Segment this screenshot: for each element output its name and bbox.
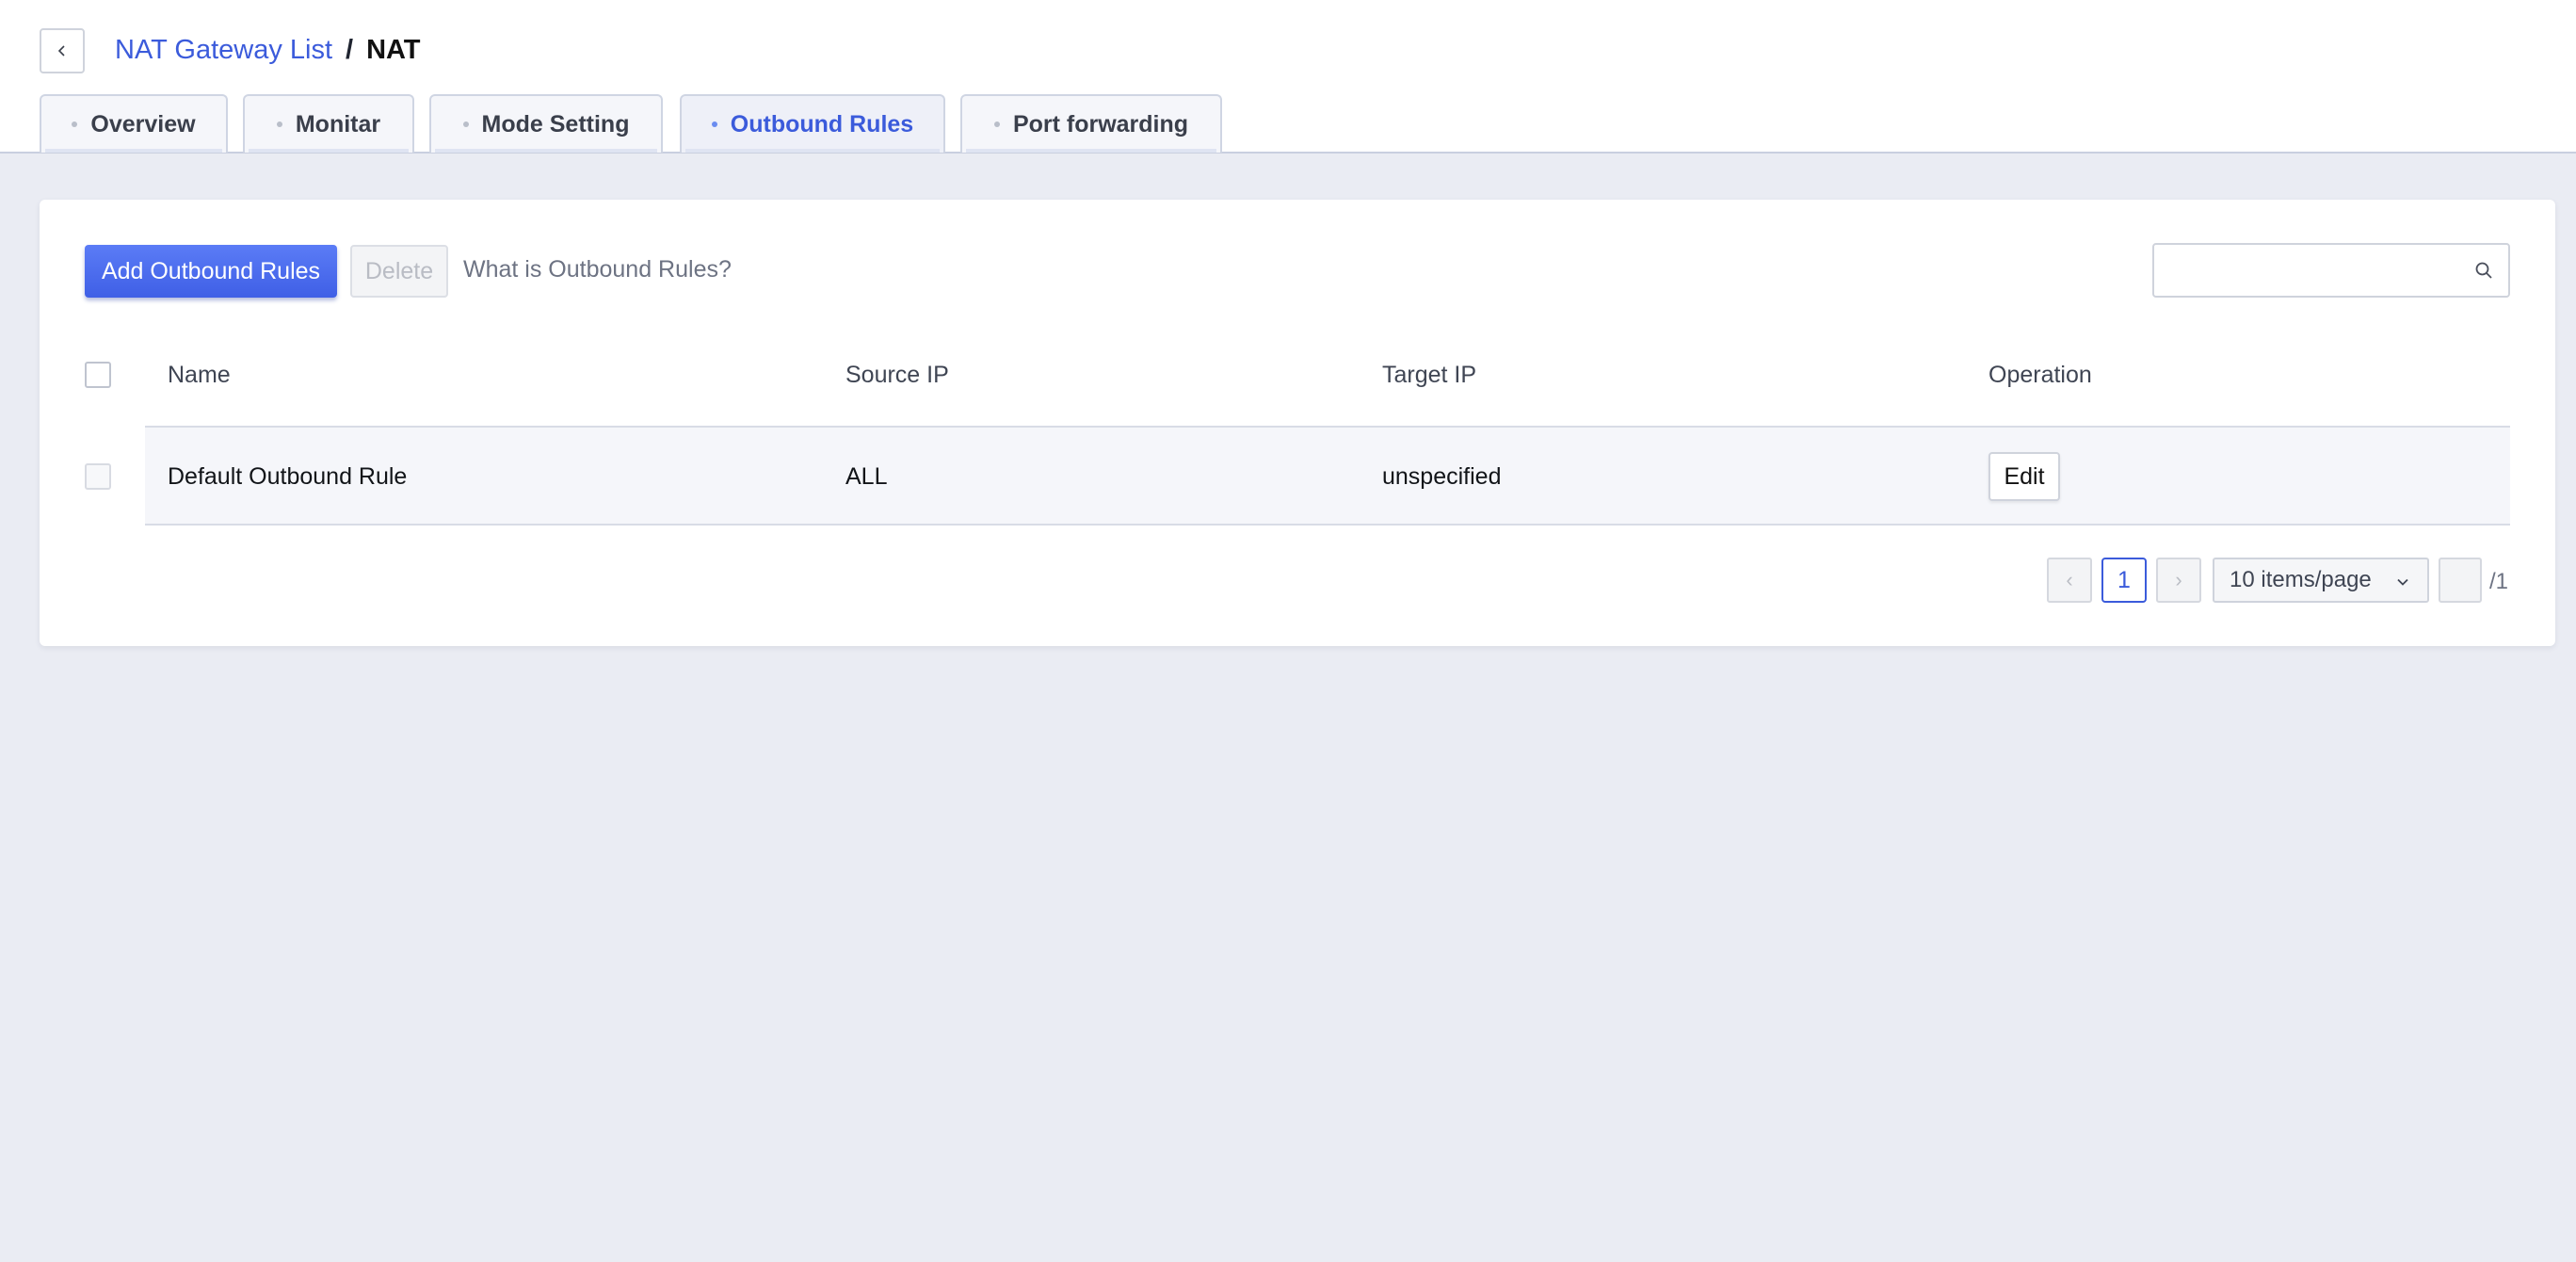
tab-mode-setting[interactable]: Mode Setting bbox=[429, 94, 663, 153]
search-input[interactable] bbox=[2154, 245, 2455, 296]
help-link[interactable]: What is Outbound Rules? bbox=[463, 256, 732, 283]
tab-dot bbox=[72, 121, 78, 127]
search-icon[interactable] bbox=[2474, 261, 2493, 280]
tab-dot bbox=[462, 121, 469, 127]
page-jump-input[interactable] bbox=[2439, 558, 2482, 603]
cell-target-ip: unspecified bbox=[1382, 463, 1502, 490]
tab-label: Monitar bbox=[295, 110, 381, 138]
page-header: NAT Gateway List / NAT Overview Monitar … bbox=[0, 0, 2576, 154]
tab-dot bbox=[276, 121, 282, 127]
add-outbound-rules-button[interactable]: Add Outbound Rules bbox=[85, 245, 337, 298]
delete-button[interactable]: Delete bbox=[350, 245, 448, 298]
column-header-target-ip: Target IP bbox=[1382, 362, 1477, 388]
next-page-button[interactable]: › bbox=[2156, 558, 2201, 603]
row-checkbox[interactable] bbox=[85, 463, 111, 490]
total-pages: /1 bbox=[2489, 569, 2509, 594]
column-header-source-ip: Source IP bbox=[845, 362, 949, 388]
cell-name: Default Outbound Rule bbox=[168, 463, 408, 490]
tab-port-forwarding[interactable]: Port forwarding bbox=[960, 94, 1222, 153]
tab-label: Overview bbox=[90, 110, 196, 138]
select-all-checkbox[interactable] bbox=[85, 362, 111, 388]
tab-label: Mode Setting bbox=[481, 110, 630, 138]
page-size-value: 10 items/page bbox=[2230, 567, 2372, 592]
prev-page-button[interactable]: ‹ bbox=[2047, 558, 2092, 603]
tab-label: Outbound Rules bbox=[730, 110, 914, 138]
column-header-operation: Operation bbox=[1988, 362, 2092, 388]
cell-source-ip: ALL bbox=[845, 463, 888, 490]
breadcrumb-nat-gateway-list[interactable]: NAT Gateway List bbox=[115, 35, 332, 66]
chevron-left-icon: ‹ bbox=[2066, 568, 2073, 591]
breadcrumb-separator: / bbox=[346, 34, 354, 65]
page-number-current[interactable]: 1 bbox=[2101, 558, 2147, 603]
outbound-rules-panel: Add Outbound Rules Delete What is Outbou… bbox=[40, 200, 2555, 646]
chevron-down-icon bbox=[2397, 578, 2408, 586]
tab-overview[interactable]: Overview bbox=[40, 94, 228, 153]
tab-label: Port forwarding bbox=[1012, 110, 1189, 138]
edit-button[interactable]: Edit bbox=[1988, 452, 2060, 501]
tab-dot bbox=[993, 121, 1000, 127]
back-button[interactable] bbox=[40, 28, 85, 73]
search-box[interactable] bbox=[2152, 243, 2510, 298]
tab-outbound-rules[interactable]: Outbound Rules bbox=[680, 94, 945, 153]
tab-monitar[interactable]: Monitar bbox=[243, 94, 414, 153]
page-size-select[interactable]: 10 items/page bbox=[2213, 558, 2429, 603]
breadcrumb-current: NAT bbox=[366, 34, 421, 65]
column-header-name: Name bbox=[168, 362, 231, 388]
chevron-left-icon bbox=[57, 45, 65, 57]
table-row bbox=[145, 428, 2510, 526]
chevron-right-icon: › bbox=[2175, 568, 2182, 591]
tab-dot bbox=[711, 121, 717, 127]
breadcrumb: NAT Gateway List / NAT bbox=[115, 31, 421, 69]
